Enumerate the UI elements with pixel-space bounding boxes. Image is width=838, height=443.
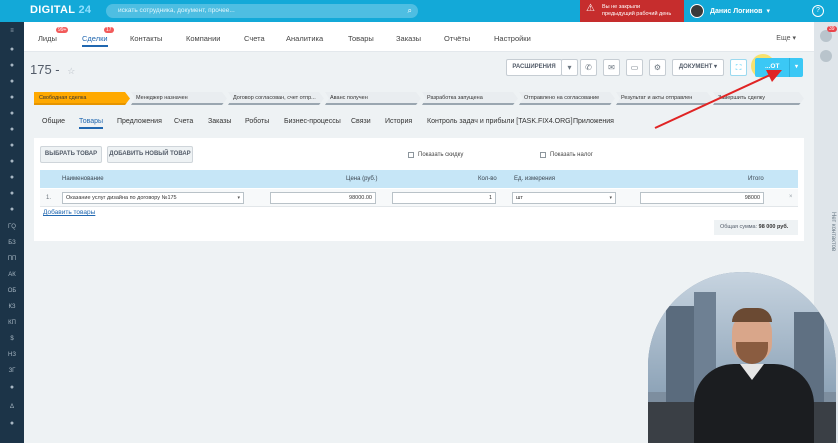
presenter-hair (732, 308, 772, 322)
building-shape (666, 306, 694, 406)
webcam-overlay (648, 272, 836, 443)
arrow-line (654, 74, 771, 129)
